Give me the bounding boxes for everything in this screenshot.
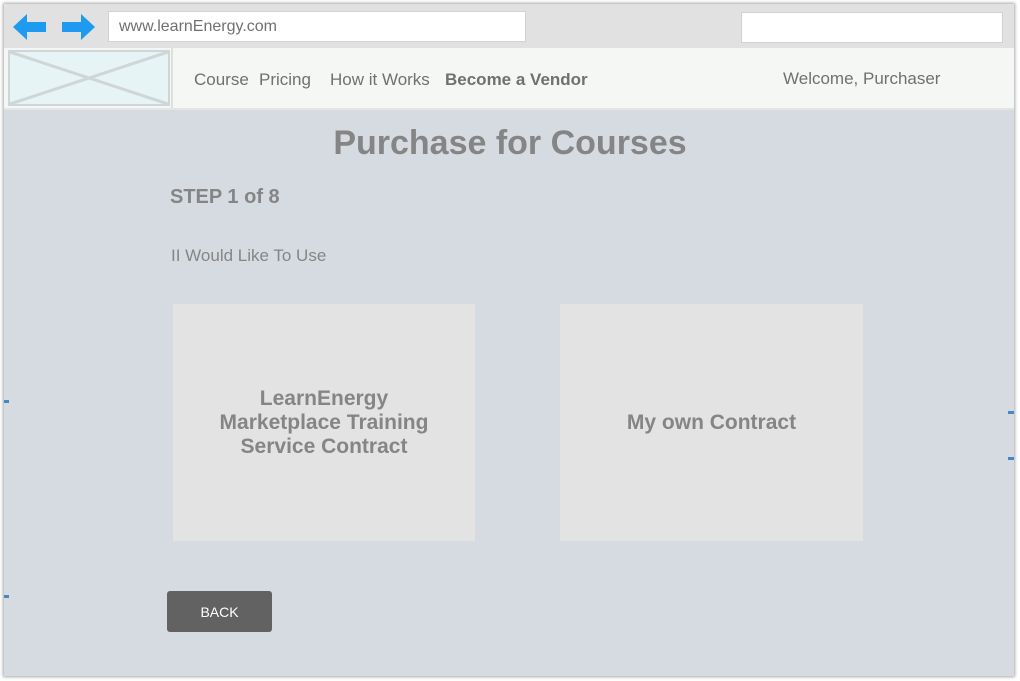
back-arrow-icon[interactable] bbox=[12, 12, 48, 42]
option-own-contract-label: My own Contract bbox=[626, 410, 797, 434]
option-marketplace-contract-label: LearnEnergy Marketplace Training Service… bbox=[219, 386, 429, 458]
edge-marker bbox=[1008, 457, 1014, 460]
header-divider bbox=[171, 48, 173, 108]
edge-marker bbox=[1008, 411, 1014, 414]
logo-image-placeholder[interactable] bbox=[8, 50, 170, 106]
option-prompt: II Would Like To Use bbox=[171, 246, 327, 265]
nav-link-how-it-works[interactable]: How it Works bbox=[330, 70, 430, 90]
browser-toolbar: www.learnEnergy.com bbox=[4, 4, 1014, 48]
address-bar[interactable]: www.learnEnergy.com bbox=[108, 11, 526, 42]
nav-link-become-vendor[interactable]: Become a Vendor bbox=[445, 70, 588, 90]
step-indicator: STEP 1 of 8 bbox=[170, 186, 280, 208]
page-title: Purchase for Courses bbox=[333, 124, 687, 162]
forward-arrow-icon[interactable] bbox=[60, 12, 96, 42]
option-own-contract[interactable]: My own Contract bbox=[560, 304, 863, 541]
nav-link-pricing[interactable]: Pricing bbox=[259, 70, 311, 90]
edge-marker bbox=[4, 400, 9, 403]
edge-marker bbox=[4, 595, 9, 598]
browser-search-input[interactable] bbox=[741, 12, 1003, 43]
welcome-message: Welcome, Purchaser bbox=[783, 69, 941, 88]
nav-link-course[interactable]: Course bbox=[194, 70, 249, 90]
option-marketplace-contract[interactable]: LearnEnergy Marketplace Training Service… bbox=[173, 304, 475, 541]
site-header: Course Pricing How it Works Become a Ven… bbox=[4, 48, 1014, 110]
back-button[interactable]: BACK bbox=[167, 591, 272, 632]
